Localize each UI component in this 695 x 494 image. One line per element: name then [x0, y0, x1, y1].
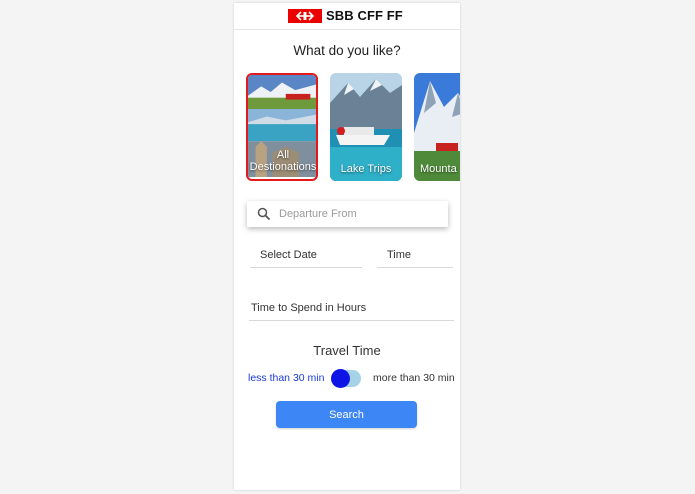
card-label: All Destionations [249, 149, 317, 173]
category-card-all-destinations[interactable]: All Destionations [246, 73, 318, 181]
select-date-label: Select Date [260, 249, 317, 261]
sbb-logo-icon [288, 9, 322, 23]
select-date-field[interactable]: Select Date [250, 243, 362, 268]
logo-text: SBB CFF FF [326, 8, 403, 23]
category-card-lake-trips[interactable]: Lake Trips [330, 73, 402, 181]
travel-time-toggle[interactable] [331, 369, 361, 388]
header: SBB CFF FF [234, 3, 460, 30]
time-label: Time [387, 249, 412, 261]
departure-search[interactable] [247, 201, 448, 227]
category-card-mountains[interactable]: Mounta [414, 73, 460, 181]
card-label: Mounta [420, 163, 457, 175]
hours-field[interactable]: Time to Spend in Hours [249, 296, 454, 321]
category-carousel[interactable]: All Destionations Lake Trips Mounta [246, 73, 460, 185]
toggle-knob[interactable] [331, 369, 350, 388]
page-title: What do you like? [293, 43, 401, 58]
option-more-than-30[interactable]: more than 30 min [373, 372, 455, 384]
travel-time-title: Travel Time [313, 343, 381, 358]
search-icon [257, 207, 271, 221]
search-button[interactable]: Search [276, 401, 417, 428]
option-less-than-30[interactable]: less than 30 min [248, 372, 324, 384]
hours-label: Time to Spend in Hours [251, 302, 367, 314]
time-field[interactable]: Time [377, 243, 453, 268]
travel-time-toggle-row: less than 30 min more than 30 min [234, 367, 460, 389]
departure-input[interactable] [279, 205, 439, 223]
card-label: Lake Trips [340, 163, 392, 175]
app-container: SBB CFF FF What do you like? All Destion… [234, 3, 460, 490]
